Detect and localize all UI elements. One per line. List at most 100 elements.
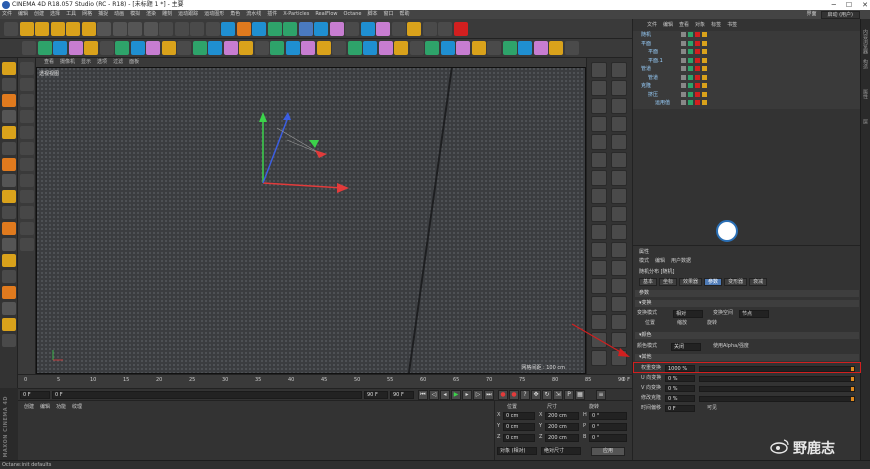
toolbar-icon[interactable]: [239, 41, 253, 55]
mode-icon[interactable]: [2, 238, 16, 251]
toolbar-icon[interactable]: [438, 22, 452, 36]
play-icon[interactable]: ▶: [451, 390, 461, 400]
menu-item[interactable]: 编辑: [18, 10, 28, 19]
toolbar-icon[interactable]: [128, 22, 142, 36]
tool-icon[interactable]: [20, 190, 34, 203]
tool-icon[interactable]: [20, 238, 34, 251]
toolbar-icon[interactable]: [68, 41, 83, 55]
visibility-toggle-icon[interactable]: [688, 32, 693, 37]
material-tab[interactable]: 纹理: [72, 403, 82, 410]
object-row[interactable]: 克隆: [637, 82, 857, 90]
deformer-icon[interactable]: [611, 188, 627, 204]
key-pla-icon[interactable]: ▦: [575, 390, 585, 400]
slider-handle[interactable]: [851, 367, 854, 371]
mode-icon[interactable]: [2, 222, 16, 235]
object-tags[interactable]: [681, 40, 707, 46]
menu-item[interactable]: 角色: [230, 10, 240, 19]
deformer-icon[interactable]: [591, 278, 607, 294]
toolbar-icon[interactable]: [267, 22, 282, 36]
tool-icon[interactable]: [20, 62, 34, 75]
deformer-icon[interactable]: [611, 116, 627, 132]
object-row[interactable]: 平面: [637, 48, 857, 56]
toolbar-icon[interactable]: [99, 41, 114, 55]
deformer-icon[interactable]: [591, 98, 607, 114]
mode-icon[interactable]: [2, 318, 16, 331]
deformer-icon[interactable]: [611, 80, 627, 96]
menu-item[interactable]: 雕刻: [162, 10, 172, 19]
attr-value-field[interactable]: 0 %: [665, 375, 695, 382]
toolbar-icon[interactable]: [471, 41, 486, 55]
coord-position-field[interactable]: 0 cm: [503, 434, 535, 442]
attr-tab[interactable]: 衰减: [749, 278, 768, 286]
material-tab[interactable]: 功能: [56, 403, 66, 410]
visibility-toggle-icon[interactable]: [681, 32, 686, 37]
deformer-icon[interactable]: [591, 206, 607, 222]
attr-slider[interactable]: [699, 386, 855, 392]
toolbar-icon[interactable]: [285, 41, 300, 55]
close-icon[interactable]: ✕: [862, 0, 868, 10]
deformer-icon[interactable]: [591, 224, 607, 240]
autokey-icon[interactable]: ●: [509, 390, 519, 400]
toolbar-icon[interactable]: [376, 22, 390, 36]
toolbar-icon[interactable]: [81, 22, 96, 36]
attr-value-field[interactable]: 1000 %: [665, 365, 695, 372]
keyframe-selection-icon[interactable]: ?: [520, 390, 530, 400]
use-alpha-checkbox[interactable]: 使用Alpha/强度: [713, 342, 749, 350]
attr-menu-item[interactable]: 用户数据: [671, 257, 691, 264]
object-name[interactable]: 平面: [648, 48, 658, 56]
attr-value-field[interactable]: 0 %: [665, 385, 695, 392]
toolbar-icon[interactable]: [35, 22, 49, 36]
object-list[interactable]: 随机 平面 平面 平面.1 管道 管道 克隆 挤压 运用值: [633, 31, 861, 109]
menu-item[interactable]: 流水线: [246, 10, 261, 19]
check-position[interactable]: 位置: [645, 319, 655, 327]
visibility-toggle-icon[interactable]: [681, 57, 686, 63]
toolbar-icon[interactable]: [252, 22, 266, 36]
object-row[interactable]: 随机: [637, 31, 857, 39]
tool-icon[interactable]: [20, 206, 34, 219]
visibility-toggle-icon[interactable]: [702, 49, 707, 54]
tool-icon[interactable]: [20, 110, 34, 123]
material-manager[interactable]: 创建 编辑 功能 纹理: [18, 400, 494, 460]
coord-size-field[interactable]: 200 cm: [545, 423, 579, 431]
menu-item[interactable]: 选择: [50, 10, 60, 19]
apply-button[interactable]: 应用: [591, 447, 625, 456]
toolbar-icon[interactable]: [254, 41, 269, 55]
visibility-toggle-icon[interactable]: [688, 100, 693, 105]
mode-icon[interactable]: [2, 78, 16, 91]
toolbar-icon[interactable]: [298, 22, 313, 36]
slider-handle[interactable]: [851, 387, 854, 391]
toolbar-icon[interactable]: [564, 41, 579, 55]
tool-icon[interactable]: [20, 78, 34, 91]
toolbar-icon[interactable]: [84, 41, 98, 55]
axis-gizmo[interactable]: [37, 68, 586, 374]
toolbar-icon[interactable]: [502, 41, 517, 55]
visible-checkbox[interactable]: 可见: [707, 404, 717, 412]
toolbar-icon[interactable]: [161, 41, 176, 55]
deformer-icon[interactable]: [611, 278, 627, 294]
coord-size-field[interactable]: 200 cm: [545, 412, 579, 420]
menu-item[interactable]: 动画: [114, 10, 124, 19]
mode-icon[interactable]: [2, 302, 16, 315]
mode-icon[interactable]: [2, 142, 16, 155]
tool-icon[interactable]: [20, 158, 34, 171]
visibility-toggle-icon[interactable]: [702, 40, 707, 46]
deformer-icon[interactable]: [611, 98, 627, 114]
deformer-icon[interactable]: [611, 296, 627, 312]
menu-item[interactable]: 创建: [34, 10, 44, 19]
toolbar-icon[interactable]: [314, 22, 328, 36]
object-name[interactable]: 管道: [641, 65, 651, 73]
next-frame-icon[interactable]: ▸: [462, 390, 472, 400]
object-name[interactable]: 随机: [641, 31, 651, 39]
toolbar-icon[interactable]: [425, 41, 439, 55]
attr-menu-item[interactable]: 编辑: [655, 257, 665, 264]
object-name[interactable]: 挤压: [648, 91, 658, 99]
toolbar-icon[interactable]: [283, 22, 297, 36]
attr-slider[interactable]: [699, 366, 855, 372]
toolbar-icon[interactable]: [332, 41, 346, 55]
object-menu-item[interactable]: 对象: [695, 21, 705, 30]
mode-icon[interactable]: [2, 206, 16, 219]
toolbar-icon[interactable]: [270, 41, 284, 55]
deformer-icon[interactable]: [611, 152, 627, 168]
menu-item[interactable]: X-Particles: [283, 10, 309, 19]
object-name[interactable]: 平面.1: [648, 57, 663, 65]
